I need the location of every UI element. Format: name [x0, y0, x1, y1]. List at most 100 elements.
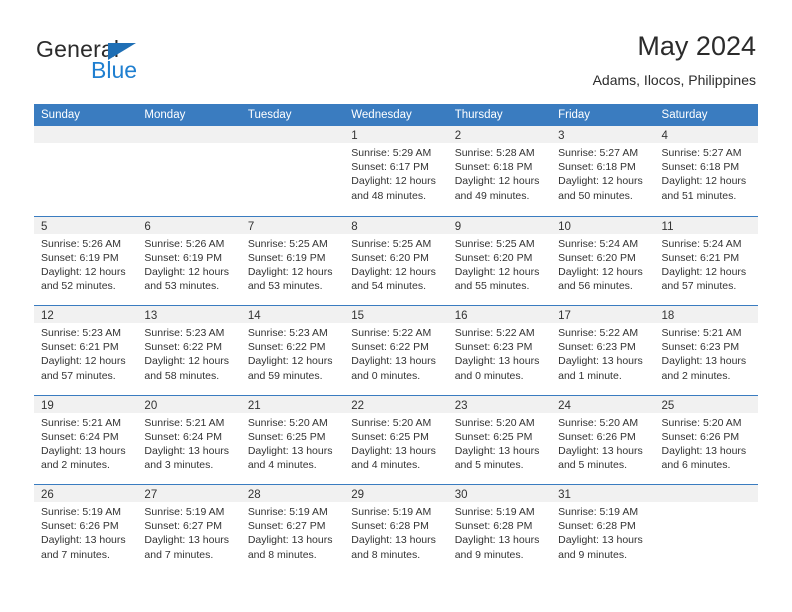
weekday-header-thursday: Thursday: [454, 109, 503, 121]
day-cell-15[interactable]: 15 Sunrise: 5:22 AM Sunset: 6:22 PM Dayligh…: [344, 306, 448, 395]
day-number-band: 28: [240, 485, 345, 502]
day-details: Sunrise: 5:19 AM Sunset: 6:27 PM Daylight:…: [241, 502, 344, 562]
day-detail-line: Daylight: 13 hours: [454, 534, 540, 547]
day-cell-24[interactable]: 24 Sunrise: 5:20 AM Sunset: 6:26 PM Dayligh…: [551, 395, 655, 485]
day-number: 27: [144, 489, 158, 501]
day-details: Sunrise: 5:29 AM Sunset: 6:17 PM Daylight:…: [344, 143, 447, 203]
day-cell-14[interactable]: 14 Sunrise: 5:23 AM Sunset: 6:22 PM Dayligh…: [240, 306, 345, 395]
day-detail-line: Sunset: 6:26 PM: [661, 430, 740, 443]
day-detail-line: Sunrise: 5:20 AM: [247, 416, 328, 429]
day-detail-line: and 50 minutes.: [558, 189, 633, 202]
day-cell-empty: [137, 126, 241, 216]
day-detail-line: and 49 minutes.: [454, 189, 530, 202]
week-row: 1 Sunrise: 5:29 AM Sunset: 6:17 PM Daylight…: [34, 126, 758, 216]
day-number: 31: [558, 489, 571, 501]
day-cell-29[interactable]: 29 Sunrise: 5:19 AM Sunset: 6:28 PM Dayligh…: [344, 485, 448, 574]
day-detail-line: and 9 minutes.: [454, 548, 524, 561]
day-detail-line: Sunrise: 5:20 AM: [454, 416, 535, 429]
day-cell-3[interactable]: 3 Sunrise: 5:27 AM Sunset: 6:18 PM Daylight…: [551, 126, 655, 216]
day-cell-19[interactable]: 19 Sunrise: 5:21 AM Sunset: 6:24 PM Dayligh…: [34, 395, 138, 485]
calendar-page: General Blue May 2024 Adams, Ilocos, Phi…: [0, 0, 792, 612]
day-cell-17[interactable]: 17 Sunrise: 5:22 AM Sunset: 6:23 PM Dayligh…: [551, 306, 655, 395]
day-cell-8[interactable]: 8 Sunrise: 5:25 AM Sunset: 6:20 PM Daylight…: [344, 216, 448, 306]
day-detail-line: Sunrise: 5:19 AM: [558, 506, 639, 518]
day-detail-line: Sunset: 6:19 PM: [144, 251, 223, 264]
day-cell-16[interactable]: 16 Sunrise: 5:22 AM Sunset: 6:23 PM Dayligh…: [447, 306, 552, 395]
day-number: 6: [144, 220, 151, 233]
day-cell-18[interactable]: 18 Sunrise: 5:21 AM Sunset: 6:23 PM Dayligh…: [654, 306, 758, 395]
day-detail-line: Daylight: 13 hours: [247, 444, 333, 457]
day-detail-line: and 3 minutes.: [144, 459, 214, 472]
day-detail-line: Sunrise: 5:26 AM: [144, 237, 225, 250]
title-block: May 2024 Adams, Ilocos, Philippines: [593, 30, 756, 90]
day-number-band: 7: [240, 216, 345, 234]
day-detail-line: Sunset: 6:20 PM: [351, 251, 429, 264]
day-number-band: 19: [34, 395, 138, 413]
weekday-header-sunday: Sunday: [41, 109, 81, 121]
day-number-band: 10: [551, 216, 655, 234]
day-number: 13: [144, 310, 158, 322]
day-detail-line: Sunset: 6:23 PM: [661, 341, 740, 354]
day-detail-line: Daylight: 12 hours: [144, 355, 230, 368]
day-cell-7[interactable]: 7 Sunrise: 5:25 AM Sunset: 6:19 PM Daylight…: [240, 216, 345, 306]
day-number-band: [654, 485, 758, 502]
day-detail-line: Sunset: 6:23 PM: [454, 341, 533, 354]
day-cell-4[interactable]: 4 Sunrise: 5:27 AM Sunset: 6:18 PM Daylight…: [654, 126, 758, 216]
day-detail-line: Sunrise: 5:23 AM: [144, 327, 225, 339]
day-details: Sunrise: 5:25 AM Sunset: 6:20 PM Daylight:…: [344, 234, 447, 294]
day-cell-12[interactable]: 12 Sunrise: 5:23 AM Sunset: 6:21 PM Dayligh…: [34, 306, 138, 395]
day-details: Sunrise: 5:25 AM Sunset: 6:20 PM Daylight:…: [448, 234, 551, 294]
day-cell-13[interactable]: 13 Sunrise: 5:23 AM Sunset: 6:22 PM Dayligh…: [137, 306, 241, 395]
day-detail-line: and 57 minutes.: [41, 369, 116, 382]
day-number-band: [137, 126, 241, 143]
day-detail-line: and 51 minutes.: [661, 189, 737, 202]
day-cell-26[interactable]: 26 Sunrise: 5:19 AM Sunset: 6:26 PM Dayligh…: [34, 485, 138, 574]
day-details: Sunrise: 5:24 AM Sunset: 6:21 PM Daylight:…: [655, 234, 758, 294]
day-cell-21[interactable]: 21 Sunrise: 5:20 AM Sunset: 6:25 PM Dayligh…: [240, 395, 345, 485]
day-detail-line: Sunrise: 5:22 AM: [558, 327, 639, 339]
day-detail-line: and 59 minutes.: [247, 369, 323, 382]
day-detail-line: and 0 minutes.: [351, 369, 421, 382]
day-number-band: 18: [654, 306, 758, 323]
day-number: 19: [41, 399, 54, 412]
day-number: 30: [454, 489, 468, 501]
day-cell-1[interactable]: 1 Sunrise: 5:29 AM Sunset: 6:17 PM Daylight…: [344, 126, 448, 216]
calendar-weeks: 1 Sunrise: 5:29 AM Sunset: 6:17 PM Daylight…: [34, 126, 758, 574]
general-blue-logo[interactable]: General Blue: [36, 36, 216, 86]
day-details: Sunrise: 5:27 AM Sunset: 6:18 PM Daylight:…: [551, 143, 654, 203]
day-detail-line: Sunrise: 5:25 AM: [247, 237, 328, 250]
day-cell-25[interactable]: 25 Sunrise: 5:20 AM Sunset: 6:26 PM Dayligh…: [654, 395, 758, 485]
day-detail-line: Sunrise: 5:19 AM: [41, 506, 121, 518]
day-detail-line: Sunrise: 5:28 AM: [454, 147, 535, 159]
day-cell-28[interactable]: 28 Sunrise: 5:19 AM Sunset: 6:27 PM Dayligh…: [240, 485, 345, 574]
day-cell-11[interactable]: 11 Sunrise: 5:24 AM Sunset: 6:21 PM Dayligh…: [654, 216, 758, 306]
weekday-header-wednesday: Wednesday: [351, 109, 412, 121]
day-cell-2[interactable]: 2 Sunrise: 5:28 AM Sunset: 6:18 PM Daylight…: [447, 126, 552, 216]
day-number: 12: [41, 310, 54, 322]
day-cell-empty: [240, 126, 345, 216]
day-cell-5[interactable]: 5 Sunrise: 5:26 AM Sunset: 6:19 PM Daylight…: [34, 216, 138, 306]
day-details: Sunrise: 5:22 AM Sunset: 6:22 PM Daylight:…: [344, 323, 447, 383]
day-detail-line: Sunrise: 5:21 AM: [41, 416, 121, 429]
day-details: Sunrise: 5:26 AM Sunset: 6:19 PM Daylight:…: [34, 234, 137, 294]
day-cell-9[interactable]: 9 Sunrise: 5:25 AM Sunset: 6:20 PM Daylight…: [447, 216, 552, 306]
day-details: Sunrise: 5:20 AM Sunset: 6:26 PM Daylight:…: [655, 413, 758, 473]
day-number: 3: [558, 130, 565, 142]
day-detail-line: Daylight: 13 hours: [144, 444, 230, 457]
day-cell-20[interactable]: 20 Sunrise: 5:21 AM Sunset: 6:24 PM Dayligh…: [137, 395, 241, 485]
day-cell-6[interactable]: 6 Sunrise: 5:26 AM Sunset: 6:19 PM Daylight…: [137, 216, 241, 306]
day-number-band: [34, 126, 138, 143]
day-cell-23[interactable]: 23 Sunrise: 5:20 AM Sunset: 6:25 PM Dayligh…: [447, 395, 552, 485]
day-cell-30[interactable]: 30 Sunrise: 5:19 AM Sunset: 6:28 PM Dayligh…: [447, 485, 552, 574]
day-cell-27[interactable]: 27 Sunrise: 5:19 AM Sunset: 6:27 PM Dayligh…: [137, 485, 241, 574]
day-detail-line: Sunrise: 5:23 AM: [247, 327, 328, 339]
day-detail-line: Sunset: 6:22 PM: [144, 341, 223, 354]
day-cell-31[interactable]: 31 Sunrise: 5:19 AM Sunset: 6:28 PM Dayligh…: [551, 485, 655, 574]
day-cell-10[interactable]: 10 Sunrise: 5:24 AM Sunset: 6:20 PM Dayligh…: [551, 216, 655, 306]
day-number: 4: [661, 130, 668, 142]
day-detail-line: Daylight: 12 hours: [661, 265, 747, 278]
day-number-band: 8: [344, 216, 448, 234]
day-cell-22[interactable]: 22 Sunrise: 5:20 AM Sunset: 6:25 PM Dayligh…: [344, 395, 448, 485]
day-detail-line: Sunrise: 5:20 AM: [558, 416, 639, 429]
week-row: 19 Sunrise: 5:21 AM Sunset: 6:24 PM Dayligh…: [34, 394, 758, 485]
